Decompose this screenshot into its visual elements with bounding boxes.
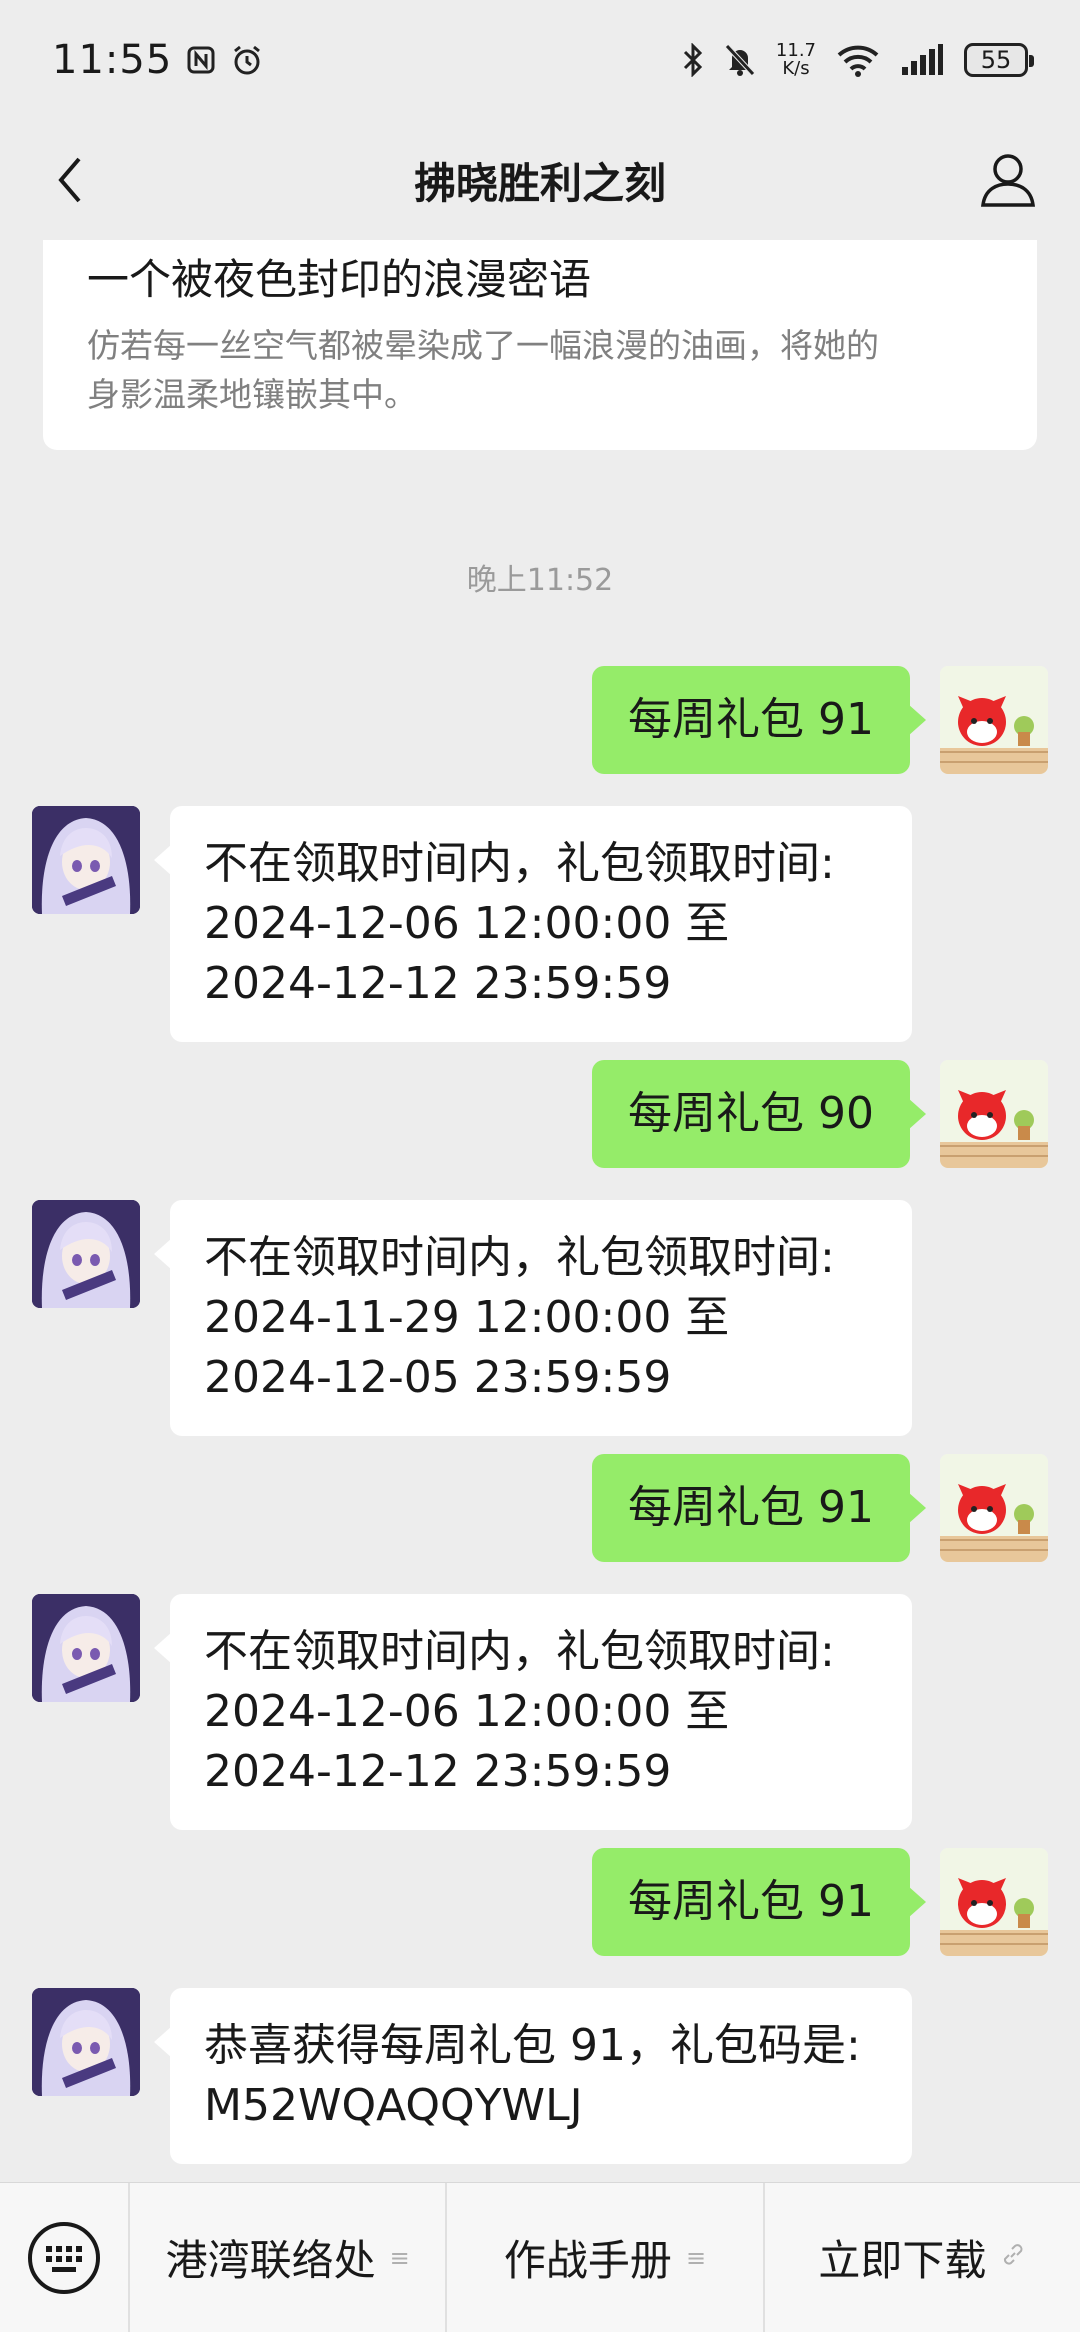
message-timestamp: 晚上11:52 [466, 563, 614, 598]
mute-icon [724, 43, 756, 77]
avatar[interactable] [940, 666, 1048, 774]
avatar[interactable] [32, 806, 140, 914]
fox-avatar-icon [940, 1454, 1048, 1562]
avatar[interactable] [940, 1454, 1048, 1562]
message-line: 不在领取时间内，礼包领取时间: [204, 1232, 835, 1283]
network-speed-unit: K/s [782, 58, 810, 79]
chat-title: 拂晓胜利之刻 [413, 158, 666, 208]
message-bubble-outgoing[interactable]: 每周礼包 91 [592, 1454, 926, 1562]
message-line: 不在领取时间内，礼包领取时间: [204, 838, 835, 889]
avatar[interactable] [940, 1848, 1048, 1956]
wifi-icon [836, 43, 880, 77]
message-bubble-incoming[interactable]: 不在领取时间内，礼包领取时间: 2024-12-06 12:00:00 至 20… [154, 806, 912, 1042]
anime-girl-avatar-icon [32, 1594, 140, 1702]
network-speed: 11.7 K/s [776, 42, 816, 78]
message-line: 恭喜获得每周礼包 91，礼包码是: [204, 2020, 861, 2071]
avatar[interactable] [32, 1988, 140, 2096]
link-icon [1000, 2242, 1026, 2274]
menu-lines-icon: ≡ [389, 2243, 410, 2272]
avatar[interactable] [32, 1594, 140, 1702]
article-desc-line: 仿若每一丝空气都被晕染成了一幅浪漫的油画，将她的 [87, 326, 879, 365]
bluetooth-icon [682, 43, 704, 77]
message-bubble-outgoing[interactable]: 每周礼包 90 [592, 1060, 926, 1168]
message-line: 2024-12-06 12:00:00 至 [204, 898, 730, 949]
fox-avatar-icon [940, 1848, 1048, 1956]
keyboard-icon [28, 2221, 100, 2294]
message-line: 2024-11-29 12:00:00 至 [204, 1292, 730, 1343]
profile-button[interactable] [976, 148, 1040, 212]
menu-lines-icon: ≡ [685, 2243, 707, 2272]
fox-avatar-icon [940, 1060, 1048, 1168]
message-line: 2024-12-05 23:59:59 [204, 1352, 672, 1403]
nfc-icon [186, 45, 216, 75]
status-time: 11:55 [52, 37, 173, 83]
nav-bar: 拂晓胜利之刻 [0, 120, 1080, 240]
message-line: 2024-12-06 12:00:00 至 [204, 1686, 730, 1737]
anime-girl-avatar-icon [32, 806, 140, 914]
message-bubble-incoming[interactable]: 不在领取时间内，礼包领取时间: 2024-11-29 12:00:00 至 20… [154, 1200, 912, 1436]
message-bubble-incoming[interactable]: 恭喜获得每周礼包 91，礼包码是: M52WQAQQYWLJ [154, 1988, 912, 2164]
article-description: 仿若每一丝空气都被晕染成了一幅浪漫的油画，将她的 身影温柔地镶嵌其中。 [87, 321, 993, 419]
back-button[interactable] [40, 150, 100, 210]
menu-bar: 港湾联络处 ≡ 作战手册 ≡ 立即下载 [0, 2182, 1080, 2332]
status-bar: 11:55 11.7 K/s 55 [0, 0, 1080, 120]
anime-girl-avatar-icon [32, 1200, 140, 1308]
fox-avatar-icon [940, 666, 1048, 774]
alarm-icon [230, 43, 264, 77]
message-bubble-outgoing[interactable]: 每周礼包 91 [592, 666, 926, 774]
status-right: 11.7 K/s 55 [682, 42, 1034, 78]
battery-indicator: 55 [964, 43, 1034, 77]
message-line: 不在领取时间内，礼包领取时间: [204, 1626, 835, 1677]
article-card[interactable]: 一个被夜色封印的浪漫密语 仿若每一丝空气都被晕染成了一幅浪漫的油画，将她的 身影… [43, 240, 1037, 450]
menu-item-label: 作战手册 [503, 2236, 672, 2285]
keyboard-toggle-button[interactable] [0, 2183, 130, 2332]
status-left: 11:55 [52, 37, 264, 83]
avatar[interactable] [940, 1060, 1048, 1168]
menu-item-label: 立即下载 [818, 2236, 987, 2285]
menu-item-harbor-contact[interactable]: 港湾联络处 ≡ [130, 2183, 445, 2332]
article-desc-line: 身影温柔地镶嵌其中。 [87, 375, 417, 414]
anime-girl-avatar-icon [32, 1988, 140, 2096]
message-line: 2024-12-12 23:59:59 [204, 1746, 672, 1797]
message-bubble-incoming[interactable]: 不在领取时间内，礼包领取时间: 2024-12-06 12:00:00 至 20… [154, 1594, 912, 1830]
message-line: M52WQAQQYWLJ [204, 2080, 583, 2131]
chevron-left-icon [58, 157, 81, 203]
menu-item-download-now[interactable]: 立即下载 [762, 2183, 1080, 2332]
menu-item-battle-manual[interactable]: 作战手册 ≡ [445, 2183, 762, 2332]
message-bubble-outgoing[interactable]: 每周礼包 91 [592, 1848, 926, 1956]
article-title: 一个被夜色封印的浪漫密语 [87, 255, 592, 304]
menu-item-label: 港湾联络处 [165, 2236, 376, 2285]
signal-icon [900, 43, 944, 77]
person-icon [981, 154, 1035, 207]
avatar[interactable] [32, 1200, 140, 1308]
message-line: 2024-12-12 23:59:59 [204, 958, 672, 1009]
